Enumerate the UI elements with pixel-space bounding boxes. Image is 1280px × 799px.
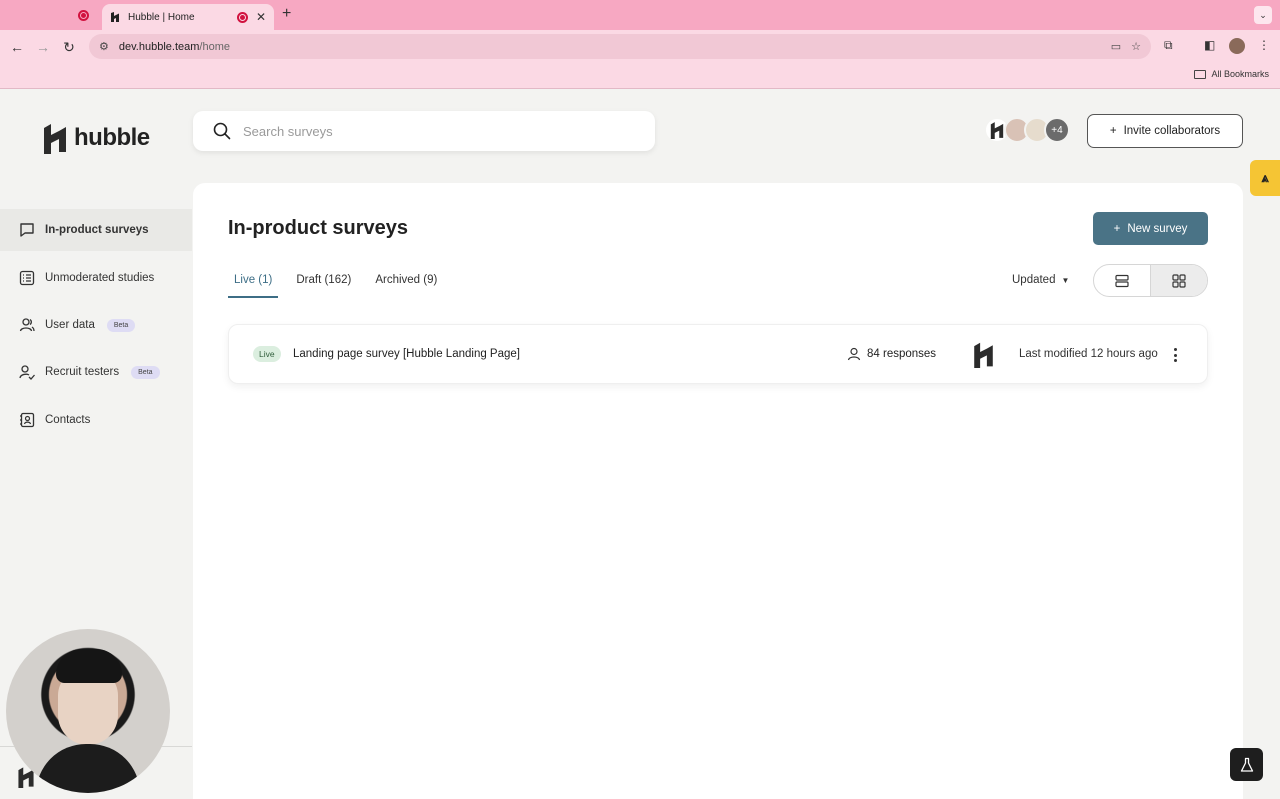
survey-title[interactable]: Landing page survey [Hubble Landing Page… (293, 348, 520, 360)
bookmark-star-icon[interactable]: ☆ (1131, 40, 1141, 53)
close-tab-icon[interactable]: ✕ (256, 10, 266, 24)
list-view-icon (1115, 274, 1129, 287)
more-collaborators-badge: +4 (1044, 117, 1070, 143)
tab-archived[interactable]: Archived (9) (369, 271, 443, 298)
sort-label: Updated (1012, 274, 1056, 286)
view-toggle (1093, 264, 1208, 297)
beta-badge: Beta (131, 365, 160, 379)
side-panel-icon[interactable]: ◧ (1204, 38, 1215, 52)
url-host: dev.hubble.team (118, 40, 200, 53)
project-logo-icon (974, 341, 993, 373)
new-survey-button[interactable]: + New survey (1093, 212, 1208, 245)
recording-tab[interactable] (72, 6, 94, 24)
invite-collaborators-label: Invite collaborators (1123, 125, 1221, 137)
caret-down-icon: ▼ (1061, 275, 1070, 285)
hubble-logo-icon (44, 124, 66, 154)
profile-avatar[interactable] (1229, 38, 1245, 54)
all-bookmarks[interactable]: All Bookmarks (1194, 69, 1269, 79)
browser-toolbar: ← → ↻ ⚙ dev.hubble.team/home ▭ ☆ ⧉ ◧ ⋮ (0, 30, 1280, 64)
webcam-hair (56, 649, 122, 683)
beta-badge: Beta (106, 318, 136, 332)
site-info-icon[interactable]: ⚙ (99, 40, 109, 53)
status-badge: Live (253, 346, 281, 362)
sort-dropdown[interactable]: Updated ▼ (1012, 274, 1069, 286)
page-title: In-product surveys (228, 217, 409, 239)
tab-search-icon[interactable]: ⌄ (1254, 6, 1272, 24)
logo-text: hubble (74, 124, 150, 151)
support-button[interactable] (1230, 748, 1263, 781)
sidebar-item-label: Contacts (45, 414, 91, 426)
camera-icon[interactable]: ▭ (1111, 40, 1121, 53)
collaborator-avatars[interactable]: +4 (984, 117, 1070, 143)
user-check-icon (18, 364, 35, 381)
browser-menu-icon[interactable]: ⋮ (1258, 38, 1270, 52)
extensions-icon[interactable]: ⧉ (1164, 38, 1173, 53)
plus-icon: + (1113, 222, 1121, 235)
survey-row[interactable]: Live Landing page survey [Hubble Landing… (228, 324, 1208, 384)
tab-title: Hubble | Home (128, 11, 195, 23)
search-icon (213, 122, 231, 140)
invite-collaborators-button[interactable]: + Invite collaborators (1087, 114, 1243, 148)
feedback-side-tab-icon[interactable]: ⩓ (1250, 160, 1280, 196)
back-icon[interactable]: ← (8, 38, 26, 56)
sidebar-item-label: Recruit testers (45, 366, 120, 378)
new-tab-icon[interactable]: + (282, 6, 291, 22)
sidebar-item-label: In-product surveys (45, 224, 149, 236)
record-icon (77, 9, 89, 21)
message-square-icon (18, 222, 35, 239)
hubble-logo[interactable]: hubble (44, 122, 150, 154)
webcam-overlay (6, 629, 170, 793)
webcam-shirt (36, 744, 140, 793)
sidebar-item-recruit-testers[interactable]: Recruit testers Beta (0, 351, 192, 393)
browser-tab-bar: Hubble | Home ✕ + ⌄ (0, 0, 1280, 30)
address-bar[interactable]: ⚙ dev.hubble.team/home ▭ ☆ (89, 34, 1151, 59)
sidebar-item-contacts[interactable]: Contacts (0, 399, 192, 441)
survey-status-tabs: Live (1) Draft (162) Archived (9) (228, 271, 455, 298)
last-modified: Last modified 12 hours ago (1019, 348, 1158, 360)
users-icon (18, 317, 35, 334)
sidebar-item-in-product-surveys[interactable]: In-product surveys (0, 209, 192, 251)
flask-icon (1240, 757, 1253, 772)
plus-icon: + (1109, 125, 1117, 137)
main-content: In-product surveys + New survey Live (1)… (193, 183, 1243, 799)
hubble-favicon-icon (111, 12, 119, 22)
list-icon (18, 270, 35, 287)
forward-icon[interactable]: → (34, 38, 52, 56)
recording-indicator-icon (236, 11, 248, 23)
url-text: dev.hubble.team/home (119, 41, 1101, 53)
contact-card-icon (18, 412, 35, 429)
reload-icon[interactable]: ↻ (60, 38, 78, 56)
responses-label: 84 responses (867, 348, 937, 360)
sidebar-item-user-data[interactable]: User data Beta (0, 304, 192, 346)
list-view-button[interactable] (1094, 265, 1150, 296)
new-survey-label: New survey (1127, 222, 1188, 235)
folder-icon (1194, 69, 1207, 79)
bookmarks-bar: All Bookmarks (0, 64, 1280, 89)
search-input[interactable]: Search surveys (193, 111, 655, 151)
grid-view-button[interactable] (1150, 265, 1207, 296)
browser-tab-active[interactable]: Hubble | Home ✕ (102, 4, 274, 30)
grid-view-icon (1172, 273, 1186, 288)
tab-live[interactable]: Live (1) (228, 271, 279, 298)
sidebar-item-label: User data (45, 319, 95, 331)
url-path: /home (199, 40, 230, 53)
all-bookmarks-label: All Bookmarks (1211, 69, 1269, 79)
sidebar-item-label: Unmoderated studies (45, 272, 155, 284)
user-icon (847, 347, 861, 361)
responses-count: 84 responses (847, 347, 936, 361)
sidebar-item-unmoderated-studies[interactable]: Unmoderated studies (0, 257, 192, 299)
more-options-icon[interactable] (1169, 345, 1181, 365)
tab-draft[interactable]: Draft (162) (290, 271, 357, 298)
search-placeholder: Search surveys (243, 123, 333, 139)
